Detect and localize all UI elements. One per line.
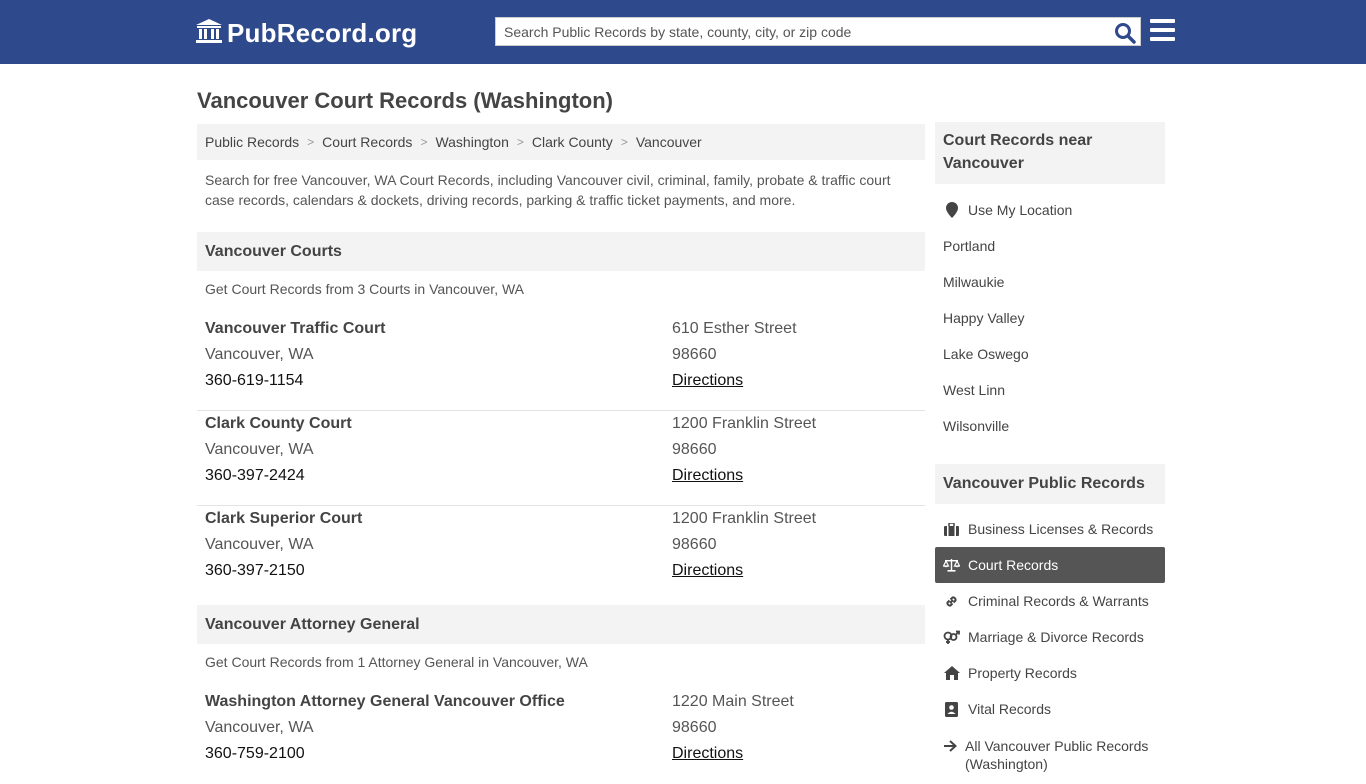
nearby-city-link[interactable]: Portland (935, 228, 1165, 264)
search-icon[interactable] (1114, 22, 1136, 44)
courthouse-icon (195, 18, 223, 49)
court-zip: 98660 (672, 719, 717, 736)
nearby-city-link[interactable]: Wilsonville (935, 408, 1165, 444)
court-name: Clark County Court (205, 415, 352, 432)
intro-text: Search for free Vancouver, WA Court Reco… (205, 172, 891, 208)
sidebar-item-label: Business Licenses & Records (968, 521, 1154, 537)
breadcrumb-vancouver[interactable]: Vancouver (636, 134, 702, 150)
link-icon (943, 593, 960, 609)
chevron-right-icon: > (516, 135, 524, 149)
court-city: Vancouver, WA (205, 441, 314, 458)
sidebar-public-records-title: Vancouver Public Records (935, 464, 1165, 504)
court-zip: 98660 (672, 346, 717, 363)
court-phone[interactable]: 360-619-1154 (205, 368, 386, 394)
section-title-courts: Vancouver Courts (197, 232, 925, 271)
court-street: 1220 Main Street (672, 693, 794, 710)
sidebar-item-marriage-divorce[interactable]: Marriage & Divorce Records (935, 619, 1165, 655)
page-title: Vancouver Court Records (Washington) (197, 88, 614, 113)
search-bar (495, 17, 1141, 46)
court-phone[interactable]: 360-397-2150 (205, 558, 362, 584)
directions-link[interactable]: Directions (672, 467, 743, 484)
sidebar-item-label: Vital Records (968, 701, 1052, 717)
sidebar-item-all-public-records[interactable]: All Vancouver Public Records (Washington… (935, 728, 1165, 772)
nearby-city-link[interactable]: West Linn (935, 372, 1165, 408)
court-zip: 98660 (672, 441, 717, 458)
hamburger-menu-icon[interactable] (1150, 19, 1175, 41)
breadcrumb-clark-county[interactable]: Clark County (532, 134, 613, 150)
court-phone[interactable]: 360-759-2100 (205, 741, 565, 767)
court-listing: Clark Superior Court Vancouver, WA 360-3… (197, 506, 925, 601)
sidebar-item-label: Court Records (968, 557, 1059, 573)
court-listing: Washington Attorney General Vancouver Of… (197, 689, 925, 784)
section-subtitle-attorney-general: Get Court Records from 1 Attorney Genera… (205, 654, 588, 670)
scales-icon (943, 557, 960, 573)
court-name: Washington Attorney General Vancouver Of… (205, 693, 565, 710)
nearby-city-link[interactable]: Lake Oswego (935, 336, 1165, 372)
sidebar-item-vital-records[interactable]: Vital Records (935, 691, 1165, 727)
court-name: Clark Superior Court (205, 510, 363, 527)
court-street: 1200 Franklin Street (672, 510, 817, 527)
court-city: Vancouver, WA (205, 346, 314, 363)
court-listing: Clark County Court Vancouver, WA 360-397… (197, 411, 925, 506)
sidebar-item-business-licenses[interactable]: Business Licenses & Records (935, 511, 1165, 547)
id-card-icon (943, 701, 960, 717)
directions-link[interactable]: Directions (672, 745, 743, 762)
court-street: 1200 Franklin Street (672, 415, 817, 432)
nearby-city-link[interactable]: Milwaukie (935, 264, 1165, 300)
logo-text: PubRecord.org (227, 18, 418, 48)
court-street: 610 Esther Street (672, 320, 797, 337)
sidebar-item-court-records[interactable]: Court Records (935, 547, 1165, 583)
use-my-location-label: Use My Location (968, 202, 1073, 218)
court-listing: Vancouver Traffic Court Vancouver, WA 36… (197, 316, 925, 411)
search-input[interactable] (496, 18, 1106, 45)
breadcrumb-court-records[interactable]: Court Records (322, 134, 412, 150)
breadcrumb: Public Records > Court Records > Washing… (197, 124, 925, 160)
section-title-attorney-general: Vancouver Attorney General (197, 605, 925, 644)
breadcrumb-washington[interactable]: Washington (435, 134, 508, 150)
court-city: Vancouver, WA (205, 536, 314, 553)
site-logo[interactable]: PubRecord.org (195, 18, 417, 49)
briefcase-icon (943, 521, 960, 537)
court-phone[interactable]: 360-397-2424 (205, 463, 352, 489)
sidebar-nearby-title: Court Records near Vancouver (935, 122, 1165, 184)
chevron-right-icon: > (307, 135, 315, 149)
section-subtitle-courts: Get Court Records from 3 Courts in Vanco… (205, 281, 525, 297)
sidebar-item-label: Property Records (968, 665, 1077, 681)
sidebar-item-property-records[interactable]: Property Records (935, 655, 1165, 691)
directions-link[interactable]: Directions (672, 562, 743, 579)
sidebar-item-label: Criminal Records & Warrants (968, 593, 1149, 609)
gender-icon (943, 629, 960, 645)
chevron-right-icon: > (620, 135, 628, 149)
sidebar-item-label: Marriage & Divorce Records (968, 629, 1144, 645)
use-my-location-link[interactable]: Use My Location (935, 192, 1165, 228)
home-icon (943, 665, 960, 681)
sidebar-item-criminal-records[interactable]: Criminal Records & Warrants (935, 583, 1165, 619)
nearby-city-link[interactable]: Happy Valley (935, 300, 1165, 336)
court-zip: 98660 (672, 536, 717, 553)
breadcrumb-public-records[interactable]: Public Records (205, 134, 299, 150)
court-name: Vancouver Traffic Court (205, 320, 386, 337)
directions-link[interactable]: Directions (672, 372, 743, 389)
top-navbar: PubRecord.org (0, 0, 1366, 64)
chevron-right-icon: > (420, 135, 428, 149)
map-pin-icon (943, 202, 960, 218)
arrow-right-icon (943, 738, 957, 754)
court-city: Vancouver, WA (205, 719, 314, 736)
